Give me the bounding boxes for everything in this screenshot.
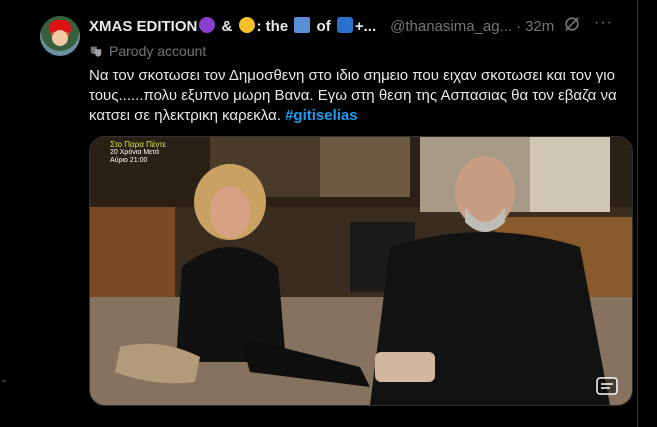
- smiling-face-with-halo-icon: [238, 17, 255, 33]
- overlay-line3: Αύριο 21:00: [110, 157, 148, 164]
- user-handle[interactable]: @thanasima_ag...: [390, 18, 512, 35]
- theater-masks-icon: [90, 46, 102, 57]
- hashtag-link[interactable]: #gitiselias: [285, 107, 358, 124]
- avatar[interactable]: [40, 16, 80, 56]
- display-name-part3: : the: [256, 18, 293, 35]
- display-name-part2: &: [217, 18, 237, 35]
- tweet-text: Να τον σκοτωσει τον Δημοσθενη στο ιδιο σ…: [89, 66, 629, 126]
- tweet[interactable]: XMAS EDITION & : the of +... @thanasima_…: [27, 0, 637, 427]
- video-frame: [90, 137, 632, 405]
- overlay-line1: Στο Παρα Πέντε: [110, 140, 167, 149]
- display-name[interactable]: XMAS EDITION & : the of +...: [89, 17, 376, 35]
- avatar-face: [52, 30, 68, 46]
- separator-dot: ·: [516, 17, 522, 35]
- more-icon[interactable]: ···: [594, 14, 613, 32]
- overlay-line2: 20 Χρόνια Μετά: [110, 149, 159, 156]
- captions-icon[interactable]: [596, 377, 618, 395]
- parody-label-text: Parody account: [109, 43, 207, 59]
- display-name-part5: +...: [354, 18, 377, 35]
- display-name-part1: XMAS EDITION: [89, 18, 198, 35]
- grok-icon[interactable]: [563, 15, 581, 33]
- display-name-part4: of: [312, 18, 335, 35]
- books-icon: [294, 17, 311, 33]
- tweet-media[interactable]: Στο Παρα Πέντε 20 Χρόνια Μετά Αύριο 21:0…: [89, 136, 633, 406]
- parody-label: Parody account: [89, 42, 206, 60]
- channel-overlay: Στο Παρα Πέντε 20 Χρόνια Μετά Αύριο 21:0…: [110, 141, 166, 165]
- television-icon: [336, 17, 353, 33]
- right-rail-edge: [637, 0, 657, 427]
- page-edge-mark: [2, 380, 6, 382]
- smiling-face-with-horns-icon: [199, 17, 216, 33]
- tweet-header: XMAS EDITION & : the of +... @thanasima_…: [89, 15, 629, 37]
- timestamp[interactable]: 32m: [525, 18, 554, 35]
